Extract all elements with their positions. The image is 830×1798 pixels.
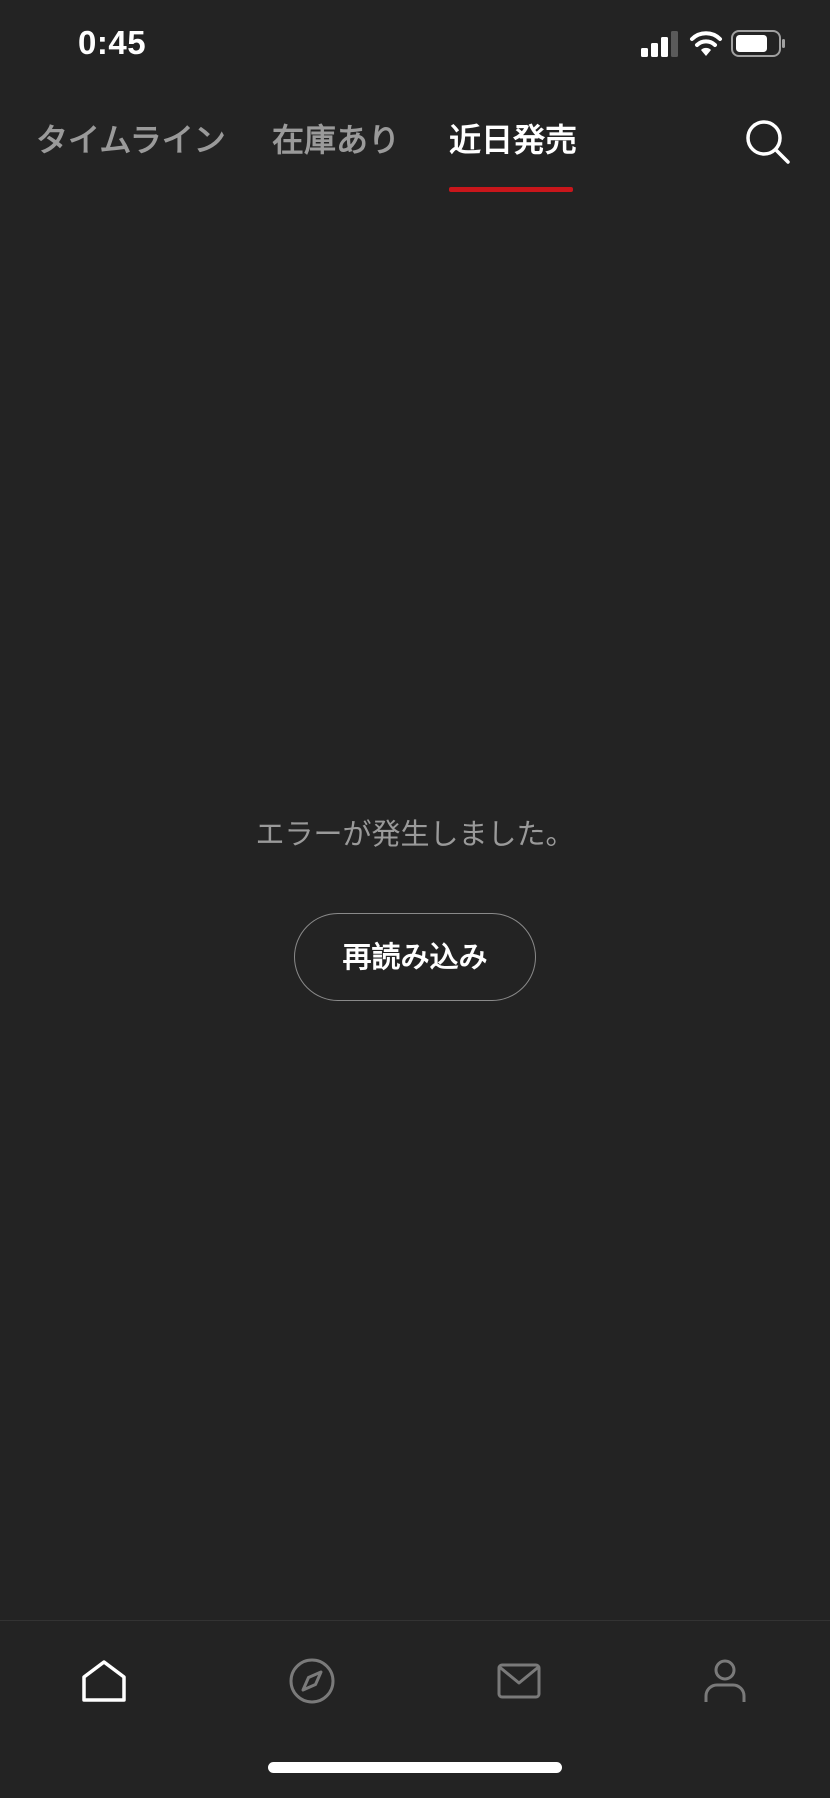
status-time: 0:45 xyxy=(78,24,147,61)
error-message: エラーが発生しました。 xyxy=(255,817,575,851)
top-tab-bar: タイムライン 在庫あり 近日発売 xyxy=(0,100,830,200)
search-button[interactable] xyxy=(742,116,794,168)
person-icon xyxy=(704,1659,746,1702)
nav-messages[interactable] xyxy=(487,1649,551,1713)
status-bar: 0:45 xyxy=(0,0,830,90)
reload-button[interactable]: 再読み込み xyxy=(294,913,536,1001)
wifi-icon xyxy=(690,31,722,56)
cellular-signal-icon xyxy=(641,31,678,57)
search-icon xyxy=(746,120,790,164)
tab-timeline[interactable]: タイムライン xyxy=(36,120,226,160)
nav-home[interactable] xyxy=(72,1649,136,1713)
home-icon xyxy=(82,1660,126,1702)
nav-profile[interactable] xyxy=(693,1649,757,1713)
home-indicator xyxy=(268,1762,562,1773)
nav-discover[interactable] xyxy=(280,1649,344,1713)
tab-upcoming[interactable]: 近日発売 xyxy=(449,120,577,160)
compass-icon xyxy=(289,1658,335,1704)
battery-icon xyxy=(731,30,785,57)
active-tab-indicator xyxy=(449,187,573,192)
mail-icon xyxy=(497,1663,541,1699)
tab-in-stock[interactable]: 在庫あり xyxy=(272,120,400,160)
